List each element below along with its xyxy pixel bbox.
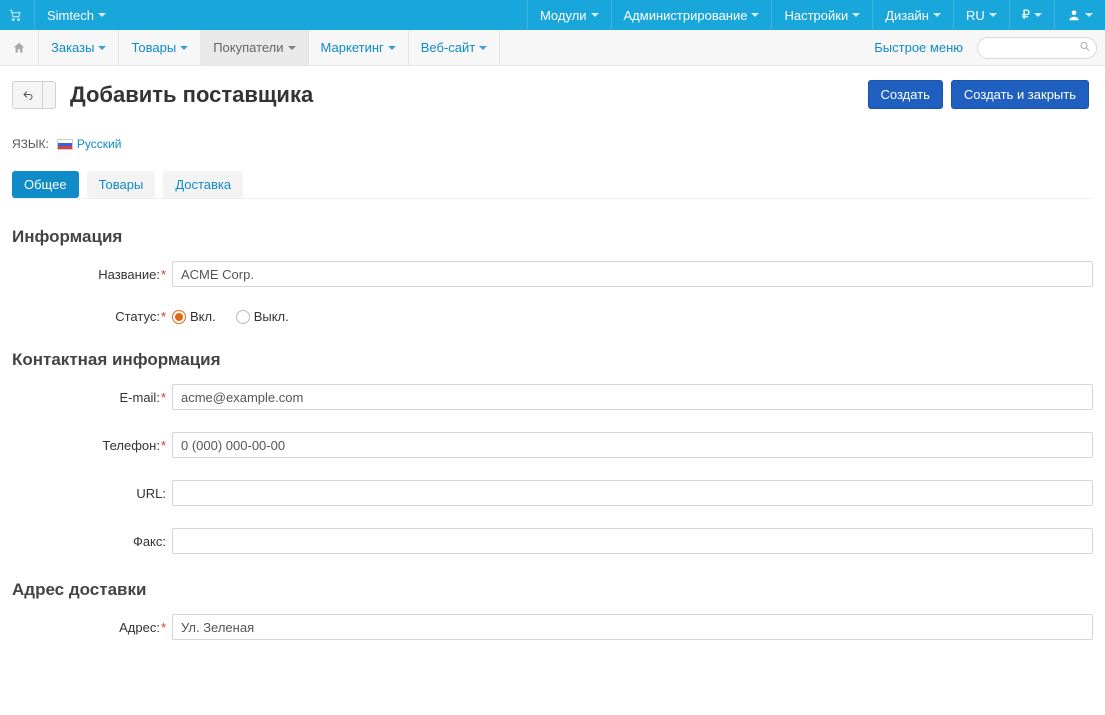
email-label: E-mail:	[119, 390, 159, 405]
language-value: Русский	[77, 137, 122, 151]
nav-item-4[interactable]: Веб-сайт	[409, 30, 500, 65]
brand-label: Simtech	[47, 8, 94, 23]
create-close-button[interactable]: Создать и закрыть	[951, 80, 1089, 109]
status-on-radio[interactable]: Вкл.	[172, 309, 216, 324]
flag-ru-icon	[57, 139, 73, 150]
caret-down-icon	[852, 13, 860, 17]
tab-0[interactable]: Общее	[12, 171, 79, 198]
caret-down-icon	[1085, 13, 1093, 17]
caret-down-icon	[989, 13, 997, 17]
section-contact-heading: Контактная информация	[12, 350, 1093, 370]
url-input[interactable]	[172, 480, 1093, 506]
tab-2[interactable]: Доставка	[163, 171, 243, 198]
nav-home[interactable]	[0, 30, 39, 65]
quick-menu-link[interactable]: Быстрое меню	[864, 30, 973, 65]
radio-icon	[172, 310, 186, 324]
back-dropdown[interactable]	[42, 81, 56, 109]
address-input[interactable]	[172, 614, 1093, 640]
field-url: URL:	[12, 480, 1093, 506]
topbar: Simtech МодулиАдминистрированиеНастройки…	[0, 0, 1105, 30]
field-email: E-mail:*	[12, 384, 1093, 410]
quick-menu-label: Быстрое меню	[874, 40, 963, 55]
status-on-label: Вкл.	[190, 309, 216, 324]
status-off-radio[interactable]: Выкл.	[236, 309, 289, 324]
radio-icon	[236, 310, 250, 324]
caret-down-icon	[751, 13, 759, 17]
fax-label: Факс:	[133, 534, 166, 549]
caret-down-icon	[933, 13, 941, 17]
cart-icon	[8, 8, 22, 22]
back-button-group	[12, 81, 56, 109]
title-bar: Добавить поставщика Создать Создать и за…	[0, 66, 1105, 115]
page-title: Добавить поставщика	[70, 82, 313, 108]
field-phone: Телефон:*	[12, 432, 1093, 458]
phone-label: Телефон:	[102, 438, 160, 453]
field-name: Название:*	[12, 261, 1093, 287]
create-button[interactable]: Создать	[868, 80, 943, 109]
required-icon: *	[161, 390, 166, 405]
nav-item-2[interactable]: Покупатели	[201, 30, 308, 65]
caret-down-icon	[288, 46, 296, 50]
name-label: Название:	[98, 267, 160, 282]
back-arrow-icon	[21, 89, 35, 101]
topbar-menu-2[interactable]: Настройки	[771, 0, 872, 30]
topbar-menu-0[interactable]: Модули	[527, 0, 611, 30]
global-search	[973, 30, 1105, 65]
field-address: Адрес:*	[12, 614, 1093, 640]
caret-down-icon	[479, 46, 487, 50]
language-row: ЯЗЫК: Русский	[12, 123, 1093, 171]
caret-down-icon	[98, 46, 106, 50]
required-icon: *	[161, 620, 166, 635]
field-fax: Факс:	[12, 528, 1093, 554]
url-label: URL:	[136, 486, 166, 501]
topbar-lang[interactable]: RU	[953, 0, 1009, 30]
secondary-nav: Заказы Товары Покупатели Маркетинг Веб-с…	[0, 30, 1105, 66]
topbar-menu-3[interactable]: Дизайн	[872, 0, 953, 30]
home-logo[interactable]	[0, 0, 34, 30]
nav-item-3[interactable]: Маркетинг	[309, 30, 409, 65]
user-icon	[1067, 8, 1081, 22]
field-status: Статус:* Вкл. Выкл.	[12, 309, 1093, 324]
nav-item-1[interactable]: Товары	[119, 30, 201, 65]
fax-input[interactable]	[172, 528, 1093, 554]
topbar-menu-1[interactable]: Администрирование	[611, 0, 772, 30]
caret-down-icon	[388, 46, 396, 50]
topbar-currency[interactable]: ₽	[1009, 0, 1054, 30]
required-icon: *	[161, 309, 166, 324]
back-button[interactable]	[12, 81, 42, 109]
required-icon: *	[161, 267, 166, 282]
caret-down-icon	[591, 13, 599, 17]
name-input[interactable]	[172, 261, 1093, 287]
topbar-brand[interactable]: Simtech	[34, 0, 118, 30]
nav-item-0[interactable]: Заказы	[39, 30, 119, 65]
search-input[interactable]	[977, 37, 1097, 59]
home-icon	[12, 41, 26, 55]
section-info-heading: Информация	[12, 227, 1093, 247]
status-label: Статус:	[115, 309, 160, 324]
caret-down-icon	[98, 13, 106, 17]
address-label: Адрес:	[119, 620, 160, 635]
phone-input[interactable]	[172, 432, 1093, 458]
caret-down-icon	[1034, 13, 1042, 17]
required-icon: *	[161, 438, 166, 453]
content: ЯЗЫК: Русский Общее Товары Доставка Информ…	[0, 115, 1105, 682]
tabs: Общее Товары Доставка	[12, 171, 1093, 199]
language-label: ЯЗЫК:	[12, 137, 49, 151]
caret-down-icon	[180, 46, 188, 50]
section-shipping-heading: Адрес доставки	[12, 580, 1093, 600]
topbar-user[interactable]	[1054, 0, 1105, 30]
language-selector[interactable]: Русский	[57, 137, 126, 151]
email-input[interactable]	[172, 384, 1093, 410]
tab-1[interactable]: Товары	[87, 171, 156, 198]
status-off-label: Выкл.	[254, 309, 289, 324]
